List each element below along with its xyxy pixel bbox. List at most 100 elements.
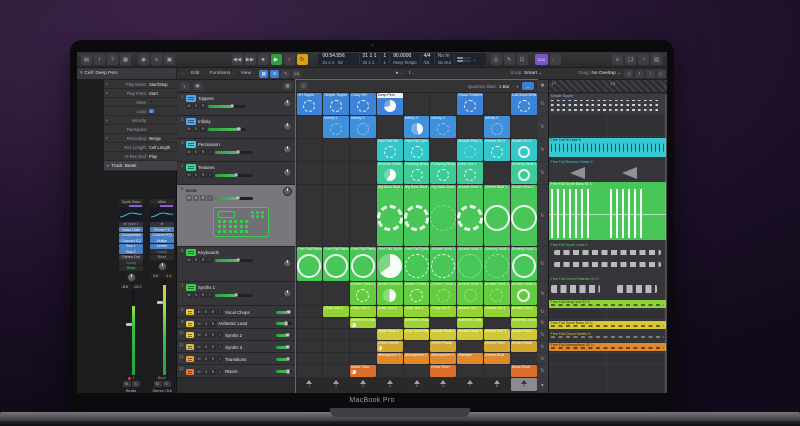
track-s-button[interactable]: S xyxy=(203,321,209,327)
arrange-lane-keyboards[interactable]: Free Fall Synth Lead ↻ xyxy=(549,242,667,276)
bell-icon[interactable]: ◔ xyxy=(638,54,649,65)
empty-cell[interactable] xyxy=(377,116,403,138)
volume-slider[interactable] xyxy=(215,259,253,262)
count-in-button[interactable]: 1234 xyxy=(535,54,548,65)
strip-setting-button[interactable]: Main xyxy=(150,199,174,204)
track-s-button[interactable]: S xyxy=(193,172,199,178)
loop-cell[interactable]: Infinity 1 xyxy=(323,116,349,138)
audio-fx-slot[interactable]: Channel EQ xyxy=(119,238,143,243)
loop-cell[interactable]: Synth Plucks xyxy=(430,341,456,352)
volume-slider[interactable] xyxy=(215,174,253,177)
empty-cell[interactable] xyxy=(297,116,323,138)
loop-cell[interactable]: Dream HH 2 xyxy=(511,139,537,161)
loop-cell[interactable]: Chop Vox 2 xyxy=(350,306,376,317)
inspector-row[interactable]: Rec Length:Cell Length xyxy=(104,143,177,152)
scene-trigger-7[interactable]: 7 xyxy=(457,378,483,391)
track-r-button[interactable]: R xyxy=(210,369,216,375)
grid-settings-gear-icon[interactable]: ✱ xyxy=(537,80,548,93)
scene-trigger-6[interactable]: 6 xyxy=(430,378,456,391)
list-icon[interactable]: ≡ xyxy=(612,54,623,65)
track-header-synths-1[interactable]: 7Synths 1MSRI xyxy=(177,282,295,306)
slider-handle[interactable] xyxy=(284,321,289,326)
loop-cell[interactable]: Arcade Vox xyxy=(457,306,483,317)
pointer-tool-menu[interactable]: ▸ ⌄ xyxy=(396,71,403,76)
loop-cell[interactable]: Atmosphere 3 xyxy=(430,353,456,364)
empty-cell[interactable] xyxy=(404,365,430,377)
track-s-button[interactable]: S xyxy=(203,344,209,350)
track-r-button[interactable]: R xyxy=(200,292,206,298)
empty-cell[interactable] xyxy=(297,341,323,352)
loop-cell[interactable]: Pumping Noise xyxy=(404,162,430,184)
empty-cell[interactable] xyxy=(457,116,483,138)
loop-cell[interactable]: Chip Tune Fills xyxy=(404,329,430,340)
row-loop-icon[interactable]: ↻ xyxy=(537,116,548,139)
loop-cell[interactable]: Laid Back Bells xyxy=(511,93,537,115)
loop-cell[interactable]: Free Fall Synth xyxy=(377,247,403,281)
track-m-button[interactable]: M xyxy=(196,321,202,327)
mute-button[interactable]: M xyxy=(154,381,162,387)
region-chip[interactable]: Free Fall Atmosphere 02 ↻ xyxy=(549,343,666,351)
track-r-button[interactable]: R xyxy=(200,257,206,263)
slider-handle[interactable] xyxy=(286,357,291,362)
region-chip[interactable]: Free Fall Synth Bass 02 ↻ xyxy=(549,321,666,329)
solo-button[interactable]: S xyxy=(163,381,171,387)
track-s-button[interactable]: S xyxy=(193,149,199,155)
track-r-button[interactable]: R xyxy=(200,195,206,201)
live-loops-grid-button[interactable]: ▦ xyxy=(259,70,268,78)
empty-cell[interactable] xyxy=(323,341,349,352)
row-loop-icon[interactable]: ↻ xyxy=(537,365,548,378)
loop-cell[interactable]: Arcade Perc 1 xyxy=(457,139,483,161)
track-r-button[interactable]: R xyxy=(210,356,216,362)
region-greenbig[interactable]: Free Fall Synth Bass 01 ↻ xyxy=(549,182,666,240)
send-slot[interactable]: Bus 1 xyxy=(119,244,143,249)
editors-icon[interactable]: ▣ xyxy=(164,54,175,65)
volume-slider[interactable] xyxy=(208,128,246,131)
audio-fx-slot[interactable]: Remix FX xyxy=(150,227,174,232)
volume-fader[interactable] xyxy=(159,280,161,375)
loop-cell[interactable]: Arcade Hook 2 xyxy=(484,282,510,305)
arrange-lane-toppers[interactable]: Simple Topper xyxy=(549,93,667,115)
checkbox[interactable] xyxy=(149,99,154,104)
loop-cell[interactable]: Crazy HH xyxy=(350,93,376,115)
toolbar-icon[interactable]: ▦ xyxy=(120,54,131,65)
empty-cell[interactable] xyxy=(377,318,403,328)
loop-cell[interactable]: Dream Chord 2 xyxy=(377,282,403,305)
track-m-button[interactable]: M xyxy=(196,309,202,315)
loop-cell[interactable]: Chop Vox 5 xyxy=(430,306,456,317)
loop-cell[interactable]: Free Fall Piano xyxy=(350,247,376,281)
scene-trigger-8[interactable]: 8 xyxy=(484,378,510,391)
arrange-lane-transitions[interactable]: Free Fall Atmosphere 02 ↻ xyxy=(549,342,667,353)
volume-slider[interactable] xyxy=(276,370,292,373)
loop-cell[interactable]: Dream Pads xyxy=(484,341,510,352)
track-s-button[interactable]: S xyxy=(193,257,199,263)
loop-cell[interactable]: Chop Vox 1 xyxy=(323,306,349,317)
cycle-button[interactable]: ↻ xyxy=(297,54,308,65)
back-icon[interactable]: ‹ xyxy=(178,70,187,78)
empty-cell[interactable] xyxy=(350,139,376,161)
snap-menu[interactable]: Snap: Smart ⌄ xyxy=(510,71,542,76)
stop-all-cells-icon[interactable]: ■ xyxy=(537,378,548,391)
row-loop-icon[interactable]: ↻ xyxy=(537,185,548,247)
track-header-transitions[interactable]: 12MSRITransitions xyxy=(177,353,295,365)
metronome-button[interactable]: ♩ xyxy=(550,54,561,65)
loop-cell[interactable]: Dream Pad 1 xyxy=(484,329,510,340)
windows-icon[interactable]: ❏ xyxy=(625,54,636,65)
empty-cell[interactable] xyxy=(484,162,510,184)
loop-cell[interactable]: Noise Riser xyxy=(430,365,456,377)
track-r-button[interactable]: R xyxy=(210,332,216,338)
loop-cell[interactable]: Dream Beat xyxy=(484,353,510,364)
loop-cell[interactable]: Atmosphere 2 xyxy=(404,353,430,364)
track-i-button[interactable]: I xyxy=(207,257,213,263)
loop-cell[interactable]: Arcade Hook 1 xyxy=(457,282,483,305)
slider-handle[interactable] xyxy=(286,310,291,315)
inspector-row[interactable]: At Rec End:Play xyxy=(104,152,177,161)
automation-icon[interactable]: ▷ xyxy=(657,70,666,78)
group-tracks-icon[interactable]: ▣ xyxy=(193,82,202,90)
arrange-lane-synths-2[interactable]: Free Fall Synth Bass 02 ↻ xyxy=(549,320,667,331)
loop-cell[interactable]: Dream Hook xyxy=(511,341,537,352)
loop-cell[interactable]: Free Fall Cym xyxy=(404,139,430,161)
track-r-button[interactable]: R xyxy=(210,321,216,327)
track-m-button[interactable]: M xyxy=(186,292,192,298)
empty-cell[interactable] xyxy=(430,318,456,328)
slider-handle[interactable] xyxy=(234,293,239,298)
